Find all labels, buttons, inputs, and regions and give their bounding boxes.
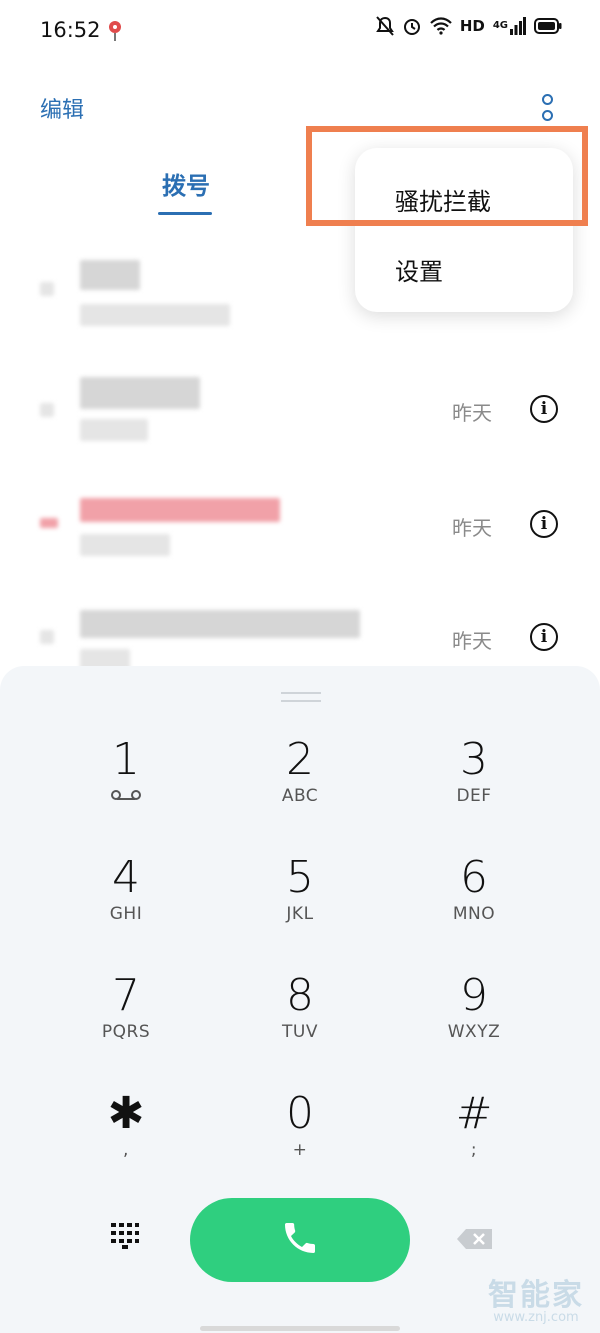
dialpad-toggle-icon[interactable] (110, 1222, 140, 1250)
menu-item-settings[interactable]: 设置 (395, 252, 443, 287)
key-digit: 4 (112, 852, 140, 903)
location-pin-icon (108, 20, 122, 46)
info-icon[interactable]: i (530, 623, 558, 651)
key-letters: , (123, 1140, 129, 1160)
key-4[interactable]: 4 GHI (56, 854, 196, 964)
contact-name (80, 377, 200, 409)
call-detail (80, 304, 230, 326)
key-digit: 6 (460, 852, 488, 903)
key-digit: 1 (112, 734, 140, 785)
call-type-icon (40, 403, 54, 417)
key-7[interactable]: 7 PQRS (56, 972, 196, 1082)
edit-button[interactable]: 编辑 (40, 92, 84, 124)
call-date: 昨天 (452, 629, 492, 653)
alarm-icon (402, 16, 422, 36)
contact-name (80, 610, 360, 638)
key-5[interactable]: 5 JKL (230, 854, 370, 964)
key-hash[interactable]: # ; (404, 1090, 544, 1200)
call-type-icon (40, 630, 54, 644)
key-digit: 3 (460, 734, 488, 785)
key-letters: JKL (286, 904, 314, 924)
call-detail (80, 419, 148, 441)
tab-active-indicator (158, 212, 212, 215)
phone-icon (280, 1218, 320, 1262)
key-8[interactable]: 8 TUV (230, 972, 370, 1082)
dialpad-panel: 1 2 ABC 3 DEF 4 GHI 5 JKL 6 MNO 7 PQRS 8… (0, 666, 600, 1333)
key-letters: ABC (281, 786, 319, 806)
home-indicator[interactable] (200, 1326, 400, 1331)
key-letters: MNO (452, 904, 496, 924)
backspace-icon[interactable] (456, 1228, 494, 1250)
drag-handle[interactable] (281, 692, 321, 702)
key-star[interactable]: ✱ , (56, 1090, 196, 1200)
status-time: 16:52 (40, 18, 101, 42)
key-digit: 8 (286, 970, 314, 1021)
hd-indicator: HD (459, 17, 485, 35)
wifi-icon (430, 17, 452, 35)
key-letters: PQRS (101, 1022, 151, 1042)
status-icons: HD 4G (375, 16, 562, 36)
call-date: 昨天 (452, 401, 492, 425)
call-date: 昨天 (452, 516, 492, 540)
call-button[interactable] (190, 1198, 410, 1282)
watermark-url: www.znj.com (493, 1310, 579, 1325)
call-log-row[interactable]: 昨天 i (0, 355, 600, 465)
key-letters: GHI (109, 904, 143, 924)
key-3[interactable]: 3 DEF (404, 736, 544, 846)
key-0[interactable]: 0 + (230, 1090, 370, 1200)
key-digit: 9 (460, 970, 488, 1021)
watermark-logo: 智能家 www.znj.com (488, 1270, 584, 1325)
key-digit: 0 (286, 1088, 314, 1139)
contact-name (80, 260, 140, 290)
key-letters: WXYZ (447, 1022, 501, 1042)
watermark-main-text: 智能家 (488, 1278, 584, 1313)
key-6[interactable]: 6 MNO (404, 854, 544, 964)
info-icon[interactable]: i (530, 510, 558, 538)
call-type-icon (40, 282, 54, 296)
key-9[interactable]: 9 WXYZ (404, 972, 544, 1082)
key-letters: ; (470, 1140, 478, 1160)
call-detail (80, 534, 170, 556)
info-icon[interactable]: i (530, 395, 558, 423)
key-2[interactable]: 2 ABC (230, 736, 370, 846)
key-digit: ✱ (107, 1088, 145, 1139)
signal-icon: 4G (493, 17, 526, 35)
battery-icon (534, 18, 562, 34)
highlight-annotation-box (306, 126, 588, 226)
call-log-row-missed[interactable]: 昨天 i (0, 470, 600, 580)
contact-name (80, 498, 280, 522)
network-type: 4G (492, 20, 508, 31)
mute-bell-icon (375, 16, 394, 36)
key-letters: + (292, 1140, 308, 1160)
tab-dial[interactable]: 拨号 (150, 166, 222, 201)
key-letters: TUV (282, 1022, 318, 1042)
more-options-icon[interactable] (530, 90, 564, 124)
key-1[interactable]: 1 (56, 736, 196, 846)
key-digit: 7 (112, 970, 140, 1021)
missed-call-icon (40, 518, 58, 528)
key-letters: DEF (456, 786, 492, 806)
key-digit: 5 (286, 852, 314, 903)
key-digit: 2 (286, 734, 314, 785)
voicemail-icon (111, 790, 141, 800)
key-digit: # (455, 1088, 493, 1139)
